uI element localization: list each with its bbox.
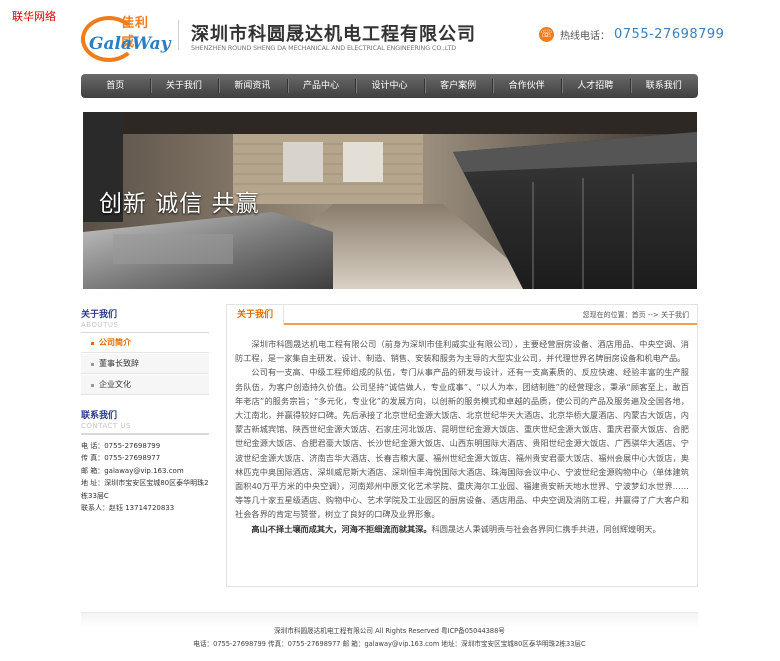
closing-paragraph: 高山不择土壤而成其大，河海不拒细流而就其深。科圆晟达人秉诚明责与社会各界同仁携手…: [235, 522, 689, 536]
paragraph: 公司有一支高、中级工程师组成的队伍，专门从事产品的研发与设计，还有一支高素质的、…: [235, 367, 689, 520]
content-tab: 关于我们: [227, 305, 285, 325]
contact-email[interactable]: 邮 箱：galaway@vip.163.com: [81, 465, 209, 477]
logo-en-text: GalaWay: [89, 34, 171, 54]
contact-address: 地 址：深圳市宝安区宝城80区泰华明珠2栋33层C: [81, 479, 209, 500]
sidebar-menu: 公司简介 董事长致辞 企业文化: [81, 333, 209, 396]
banner-slogan: 创新 诚信 共赢: [99, 191, 260, 217]
hotline-number: 0755-27698799: [614, 27, 725, 42]
hotline: ☏ 热线电话： 0755-27698799: [539, 27, 724, 42]
sidebar-about-sub: ABOUTUS: [81, 321, 119, 329]
contact-info: 电 话：0755-27698799 传 真：0755-27698977 邮 箱：…: [81, 440, 209, 514]
quote-rest: 科圆晟达人秉诚明责与社会各界同仁携手共进，同创辉煌明天。: [431, 523, 661, 534]
sidebar-item-chairman-speech[interactable]: 董事长致辞: [81, 354, 209, 374]
hotline-label: 热线电话：: [560, 31, 610, 42]
sidebar-contact-sub: CONTACT US: [81, 422, 131, 430]
contact-fax: 传 真：0755-27698977: [81, 454, 161, 463]
sidebar-contact-title: 联系我们: [81, 411, 118, 421]
nav-item-products[interactable]: 产品中心: [286, 74, 356, 98]
nav-item-jobs[interactable]: 人才招聘: [560, 74, 630, 98]
phone-icon: ☏: [539, 27, 554, 42]
corner-tag[interactable]: 联华网络: [12, 8, 56, 24]
header-divider: [178, 20, 179, 50]
company-name-cn: 深圳市科圆晟达机电工程有限公司: [191, 24, 476, 45]
nav-item-design[interactable]: 设计中心: [355, 74, 424, 98]
sidebar-about-header: 关于我们 ABOUTUS: [81, 307, 209, 334]
company-logo[interactable]: 佳利威 GalaWay: [81, 12, 171, 62]
breadcrumb[interactable]: 您现在的位置：首页 --> 关于我们: [583, 305, 689, 325]
main-nav: 首页 关于我们 新闻资讯 产品中心 设计中心 客户案例 合作伙伴 人才招聘 联系…: [81, 74, 698, 98]
content-body: 深圳市科圆晟达机电工程有限公司（前身为深圳市佳利威实业有限公司），主要经营厨房设…: [227, 325, 697, 536]
quote-bold: 高山不择土壤而成其大，河海不拒细流而就其深。: [251, 523, 432, 534]
nav-item-home[interactable]: 首页: [81, 74, 150, 98]
sidebar-item-culture[interactable]: 企业文化: [81, 375, 209, 395]
sidebar-about-title: 关于我们: [81, 310, 118, 320]
banner-image: 创新 诚信 共赢: [83, 112, 697, 289]
footer: 深圳市科圆晟达机电工程有限公司 All Rights Reserved 粤ICP…: [81, 612, 698, 652]
sidebar-contact-header: 联系我们 CONTACT US: [81, 408, 209, 435]
nav-item-partners[interactable]: 合作伙伴: [492, 74, 561, 98]
main-content: 关于我们 您现在的位置：首页 --> 关于我们 深圳市科圆晟达机电工程有限公司（…: [226, 304, 698, 587]
company-name-en: SHENZHEN ROUND SHENG DA MECHANICAL AND E…: [191, 44, 457, 52]
sidebar-divider: [81, 433, 209, 435]
footer-contact: 电话：0755-27698799 传真：0755-27698977 邮 箱：ga…: [193, 640, 586, 648]
sidebar-item-company-profile[interactable]: 公司简介: [81, 333, 209, 353]
footer-copyright: 深圳市科圆晟达机电工程有限公司 All Rights Reserved 粤ICP…: [274, 627, 505, 635]
nav-item-about[interactable]: 关于我们: [149, 74, 219, 98]
paragraph: 深圳市科圆晟达机电工程有限公司（前身为深圳市佳利威实业有限公司），主要经营厨房设…: [235, 339, 689, 364]
nav-item-cases[interactable]: 客户案例: [423, 74, 493, 98]
nav-item-news[interactable]: 新闻资讯: [218, 74, 287, 98]
content-header: 关于我们 您现在的位置：首页 --> 关于我们: [227, 305, 697, 325]
nav-item-contact[interactable]: 联系我们: [629, 74, 699, 98]
contact-person: 联系人：赵钰 13714720833: [81, 504, 175, 513]
contact-tel: 电 话：0755-27698799: [81, 442, 161, 450]
